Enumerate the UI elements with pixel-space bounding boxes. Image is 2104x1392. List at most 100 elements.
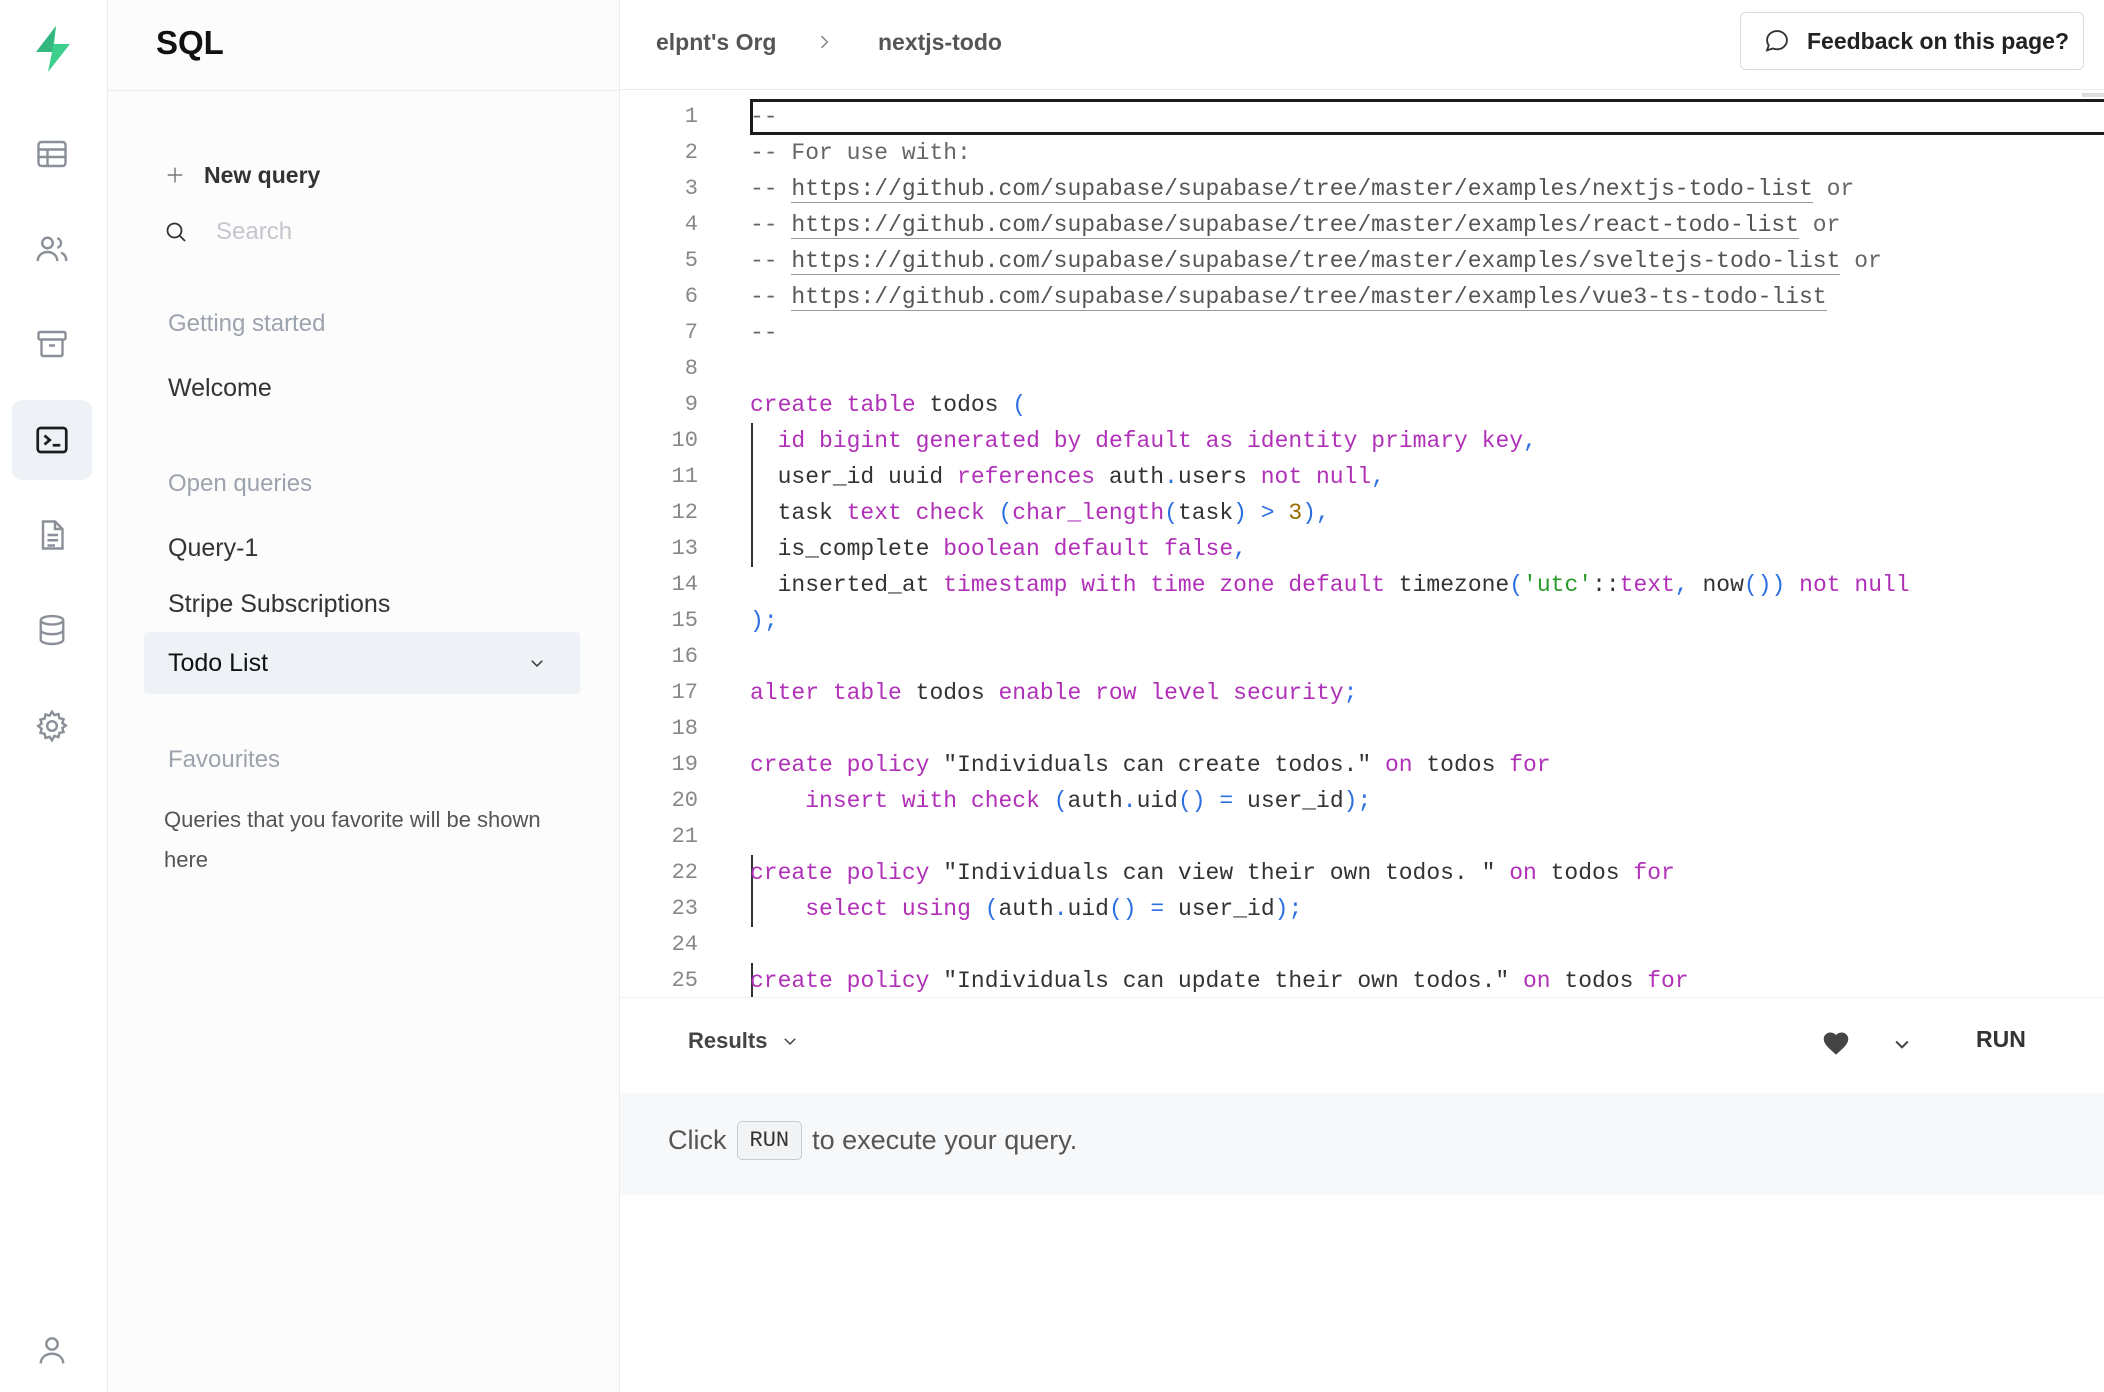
code-line[interactable]: 3 -- https://github.com/supabase/supabase… xyxy=(620,171,2104,207)
icon-rail xyxy=(0,0,108,1392)
sidebar-item-welcome[interactable]: Welcome xyxy=(168,374,272,403)
code-text: select using (auth.uid() = user_id); xyxy=(805,896,1303,922)
getting-started-heading: Getting started xyxy=(168,310,326,337)
code-line[interactable]: 14 inserted_at timestamp with time zone … xyxy=(620,567,2104,603)
code-text: -- https://github.com/supabase/supabase/… xyxy=(750,176,1855,203)
new-query-label: New query xyxy=(204,161,321,188)
code-line[interactable]: 18 xyxy=(620,711,2104,747)
code-line[interactable]: 16 xyxy=(620,639,2104,675)
code-line[interactable]: 17 alter table todos enable row level sec… xyxy=(620,675,2104,711)
code-line[interactable]: 25 create policy "Individuals can update … xyxy=(620,963,2104,997)
code-text: ); xyxy=(750,608,778,634)
favourites-heading: Favourites xyxy=(168,746,281,773)
code-text: -- https://github.com/supabase/supabase/… xyxy=(750,212,1841,239)
code-line[interactable]: 21 xyxy=(620,819,2104,855)
code-text: create policy "Individuals can update th… xyxy=(750,968,1689,994)
code-line[interactable]: 22 create policy "Individuals can view th… xyxy=(620,855,2104,891)
results-panel: Click RUN to execute your query. xyxy=(620,1093,2104,1195)
chevron-right-icon xyxy=(820,35,829,49)
run-hint: Click RUN to execute your query. xyxy=(668,1121,1077,1160)
line-number: 13 xyxy=(671,536,698,561)
scrollbar[interactable] xyxy=(2082,93,2104,97)
code-line[interactable]: 7 -- xyxy=(620,315,2104,351)
line-number: 16 xyxy=(671,644,698,669)
line-number: 12 xyxy=(671,500,698,525)
hint-prefix: Click xyxy=(668,1125,727,1155)
code-line[interactable]: 20 insert with check (auth.uid() = user_… xyxy=(620,783,2104,819)
run-key-badge: RUN xyxy=(736,1121,803,1160)
chevron-down-icon[interactable] xyxy=(528,654,546,672)
code-text: insert with check (auth.uid() = user_id)… xyxy=(805,788,1372,814)
table-editor-icon[interactable] xyxy=(12,114,92,194)
code-line[interactable]: 23 select using (auth.uid() = user_id); xyxy=(620,891,2104,927)
sql-editor[interactable]: 1 -- 2 -- For use with: 3 -- https://github.c… xyxy=(620,91,2104,997)
docs-icon[interactable] xyxy=(12,495,92,575)
code-text: create table todos ( xyxy=(750,392,1027,418)
account-icon[interactable] xyxy=(12,1310,92,1390)
supabase-logo-icon[interactable] xyxy=(26,22,80,76)
code-text: -- https://github.com/supabase/supabase/… xyxy=(750,248,1882,275)
code-line[interactable]: 12 task text check (char_length(task) > … xyxy=(620,495,2104,531)
line-number: 1 xyxy=(684,104,698,129)
code-text: alter table todos enable row level secur… xyxy=(750,680,1358,706)
heart-icon[interactable] xyxy=(1822,1030,1850,1056)
code-line[interactable]: 2 -- For use with: xyxy=(620,135,2104,171)
results-dropdown[interactable]: Results xyxy=(688,1028,799,1054)
results-label: Results xyxy=(688,1028,768,1053)
line-number: 21 xyxy=(671,824,698,849)
line-number: 14 xyxy=(671,572,698,597)
favourites-empty-text: Queries that you favorite will be shown … xyxy=(164,807,541,872)
line-number: 10 xyxy=(671,428,698,453)
breadcrumb-org[interactable]: elpnt's Org xyxy=(656,20,776,64)
line-number: 5 xyxy=(684,248,698,273)
sidebar-item-stripe-subscriptions[interactable]: Stripe Subscriptions xyxy=(168,590,390,619)
code-line[interactable]: 15); xyxy=(620,603,2104,639)
line-number: 24 xyxy=(671,932,698,957)
code-line[interactable]: 24 xyxy=(620,927,2104,963)
line-number: 8 xyxy=(684,356,698,381)
code-line[interactable]: 1 -- xyxy=(620,99,2104,135)
sidebar-item-query-1[interactable]: Query-1 xyxy=(168,534,258,563)
line-number: 18 xyxy=(671,716,698,741)
code-text: inserted_at timestamp with time zone def… xyxy=(750,572,1910,598)
breadcrumb-project[interactable]: nextjs-todo xyxy=(878,20,1002,64)
search-icon xyxy=(166,222,186,242)
line-number: 2 xyxy=(684,140,698,165)
code-line[interactable]: 4 -- https://github.com/supabase/supabase… xyxy=(620,207,2104,243)
chevron-down-icon[interactable] xyxy=(1892,1034,1912,1054)
line-number: 7 xyxy=(684,320,698,345)
sql-sidebar: SQL New query Getting started Welcome Op… xyxy=(108,0,620,1392)
line-number: 17 xyxy=(671,680,698,705)
storage-icon[interactable] xyxy=(12,304,92,384)
settings-icon[interactable] xyxy=(12,686,92,766)
new-query-button[interactable]: New query xyxy=(164,156,320,194)
chevron-down-icon xyxy=(784,1038,797,1046)
code-line[interactable]: 8 xyxy=(620,351,2104,387)
code-text: -- https://github.com/supabase/supabase/… xyxy=(750,284,1827,311)
run-button[interactable]: RUN xyxy=(1976,1026,2026,1053)
feedback-label: Feedback on this page? xyxy=(1807,27,2069,54)
code-text: user_id uuid references auth.users not n… xyxy=(750,464,1385,490)
search-input[interactable] xyxy=(216,218,536,246)
hint-suffix: to execute your query. xyxy=(812,1125,1078,1155)
feedback-button[interactable]: Feedback on this page? xyxy=(1740,12,2084,70)
code-line[interactable]: 5 -- https://github.com/supabase/supabase… xyxy=(620,243,2104,279)
code-line[interactable]: 9 create table todos ( xyxy=(620,387,2104,423)
line-number: 23 xyxy=(671,896,698,921)
line-number: 25 xyxy=(671,968,698,993)
code-text: is_complete boolean default false, xyxy=(750,536,1247,562)
code-line[interactable]: 13 is_complete boolean default false, xyxy=(620,531,2104,567)
code-text: -- xyxy=(750,320,778,346)
code-line[interactable]: 10 id bigint generated by default as ide… xyxy=(620,423,2104,459)
sidebar-item-todo-list[interactable]: Todo List xyxy=(144,632,580,694)
open-queries-heading: Open queries xyxy=(168,470,313,497)
code-line[interactable]: 6 -- https://github.com/supabase/supabase… xyxy=(620,279,2104,315)
code-line[interactable]: 19 create policy "Individuals can create … xyxy=(620,747,2104,783)
code-text: id bigint generated by default as identi… xyxy=(777,428,1537,454)
line-number: 15 xyxy=(671,608,698,633)
divider xyxy=(108,90,620,91)
sql-terminal-icon[interactable] xyxy=(12,400,92,480)
code-line[interactable]: 11 user_id uuid references auth.users no… xyxy=(620,459,2104,495)
users-icon[interactable] xyxy=(12,209,92,289)
database-icon[interactable] xyxy=(12,590,92,670)
